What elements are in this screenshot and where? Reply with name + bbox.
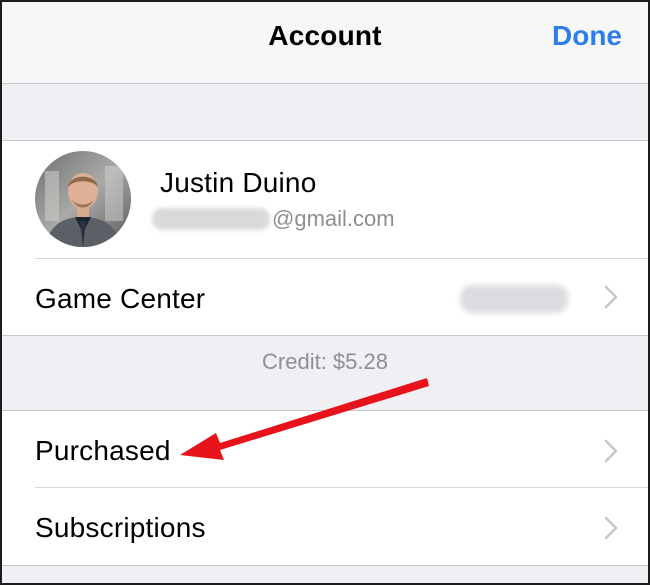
purchases-group: Purchased Subscriptions [0, 410, 650, 566]
purchased-row[interactable]: Purchased [0, 411, 650, 488]
done-button[interactable]: Done [552, 20, 622, 52]
avatar [35, 151, 131, 247]
subscriptions-label: Subscriptions [35, 512, 206, 543]
account-name: Justin Duino [160, 167, 317, 198]
redacted-email-user [152, 208, 270, 230]
purchased-label: Purchased [35, 435, 171, 466]
credit-balance: Credit: $5.28 [262, 349, 388, 374]
navigation-bar: Account Done [0, 0, 650, 84]
game-center-label: Game Center [35, 283, 206, 314]
account-email-domain: @gmail.com [272, 206, 395, 231]
profile-row[interactable]: Justin Duino @gmail.com [0, 141, 650, 259]
chevron-right-icon [604, 439, 618, 463]
chevron-right-icon [604, 516, 618, 540]
chevron-right-icon [604, 285, 618, 309]
account-group: Justin Duino @gmail.com Game Center [0, 140, 650, 336]
redacted-game-center-value [460, 285, 568, 313]
game-center-row[interactable]: Game Center [0, 259, 650, 335]
subscriptions-row[interactable]: Subscriptions [0, 488, 650, 565]
